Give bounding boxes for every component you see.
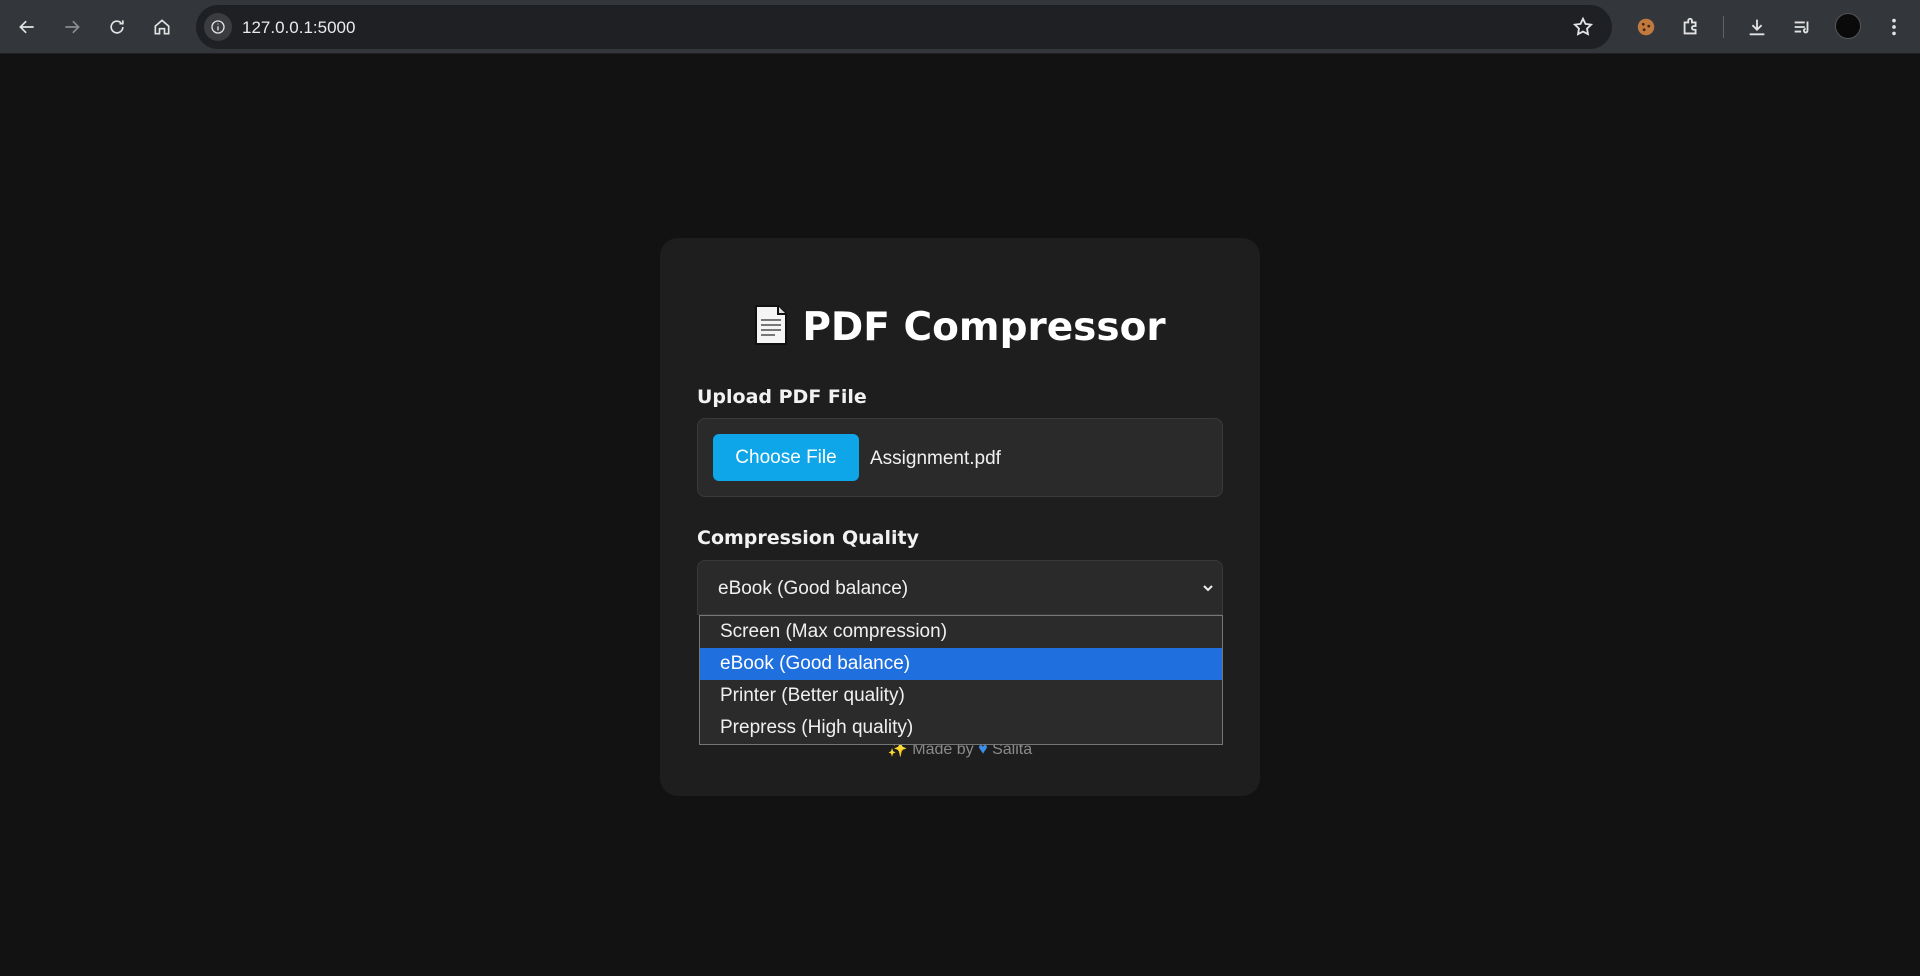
- back-button[interactable]: [11, 11, 43, 43]
- option-ebook[interactable]: eBook (Good balance): [700, 648, 1222, 680]
- forward-button[interactable]: [56, 11, 88, 43]
- puzzle-icon: [1683, 17, 1697, 35]
- document-icon: [755, 305, 788, 345]
- browser-toolbar: 127.0.0.1:5000: [0, 0, 1920, 54]
- page-title: PDF Compressor: [660, 304, 1260, 350]
- option-prepress[interactable]: Prepress (High quality): [700, 712, 1222, 744]
- browser-menu-button[interactable]: [1880, 13, 1908, 41]
- extensions-button[interactable]: [1677, 13, 1705, 41]
- reload-button[interactable]: [101, 11, 133, 43]
- bookmark-star-icon[interactable]: [1572, 16, 1594, 38]
- toolbar-divider: [1723, 16, 1724, 38]
- downloads-button[interactable]: [1743, 13, 1771, 41]
- media-controls-button[interactable]: [1788, 13, 1816, 41]
- arrow-right-icon: [65, 20, 80, 34]
- site-info-button[interactable]: [204, 13, 232, 41]
- quality-label: Compression Quality: [697, 527, 919, 549]
- upload-label: Upload PDF File: [697, 386, 867, 408]
- quality-select-value: eBook (Good balance): [718, 578, 909, 599]
- home-icon: [154, 19, 170, 35]
- arrow-left-icon: [19, 20, 34, 34]
- option-screen[interactable]: Screen (Max compression): [700, 616, 1222, 648]
- choose-file-button[interactable]: Choose File: [713, 434, 859, 481]
- url-text[interactable]: 127.0.0.1:5000: [242, 18, 355, 38]
- cookie-icon: [1637, 18, 1655, 36]
- profile-avatar[interactable]: [1835, 13, 1861, 39]
- file-input[interactable]: Choose File Assignment.pdf: [697, 418, 1223, 497]
- playlist-icon: [1794, 21, 1809, 34]
- quality-dropdown-list[interactable]: Screen (Max compression) eBook (Good bal…: [699, 615, 1223, 745]
- info-icon: [211, 20, 225, 34]
- option-printer[interactable]: Printer (Better quality): [700, 680, 1222, 712]
- more-vertical-icon: [1892, 18, 1896, 36]
- home-button[interactable]: [146, 11, 178, 43]
- address-bar[interactable]: 127.0.0.1:5000: [196, 5, 1612, 49]
- reload-icon: [110, 20, 124, 34]
- download-icon: [1749, 19, 1765, 36]
- selected-file-name: Assignment.pdf: [870, 448, 1001, 469]
- title-text: PDF Compressor: [802, 305, 1166, 350]
- cookie-extension-button[interactable]: [1632, 13, 1660, 41]
- quality-select[interactable]: eBook (Good balance): [697, 560, 1223, 615]
- chevron-down-icon: [1203, 585, 1213, 592]
